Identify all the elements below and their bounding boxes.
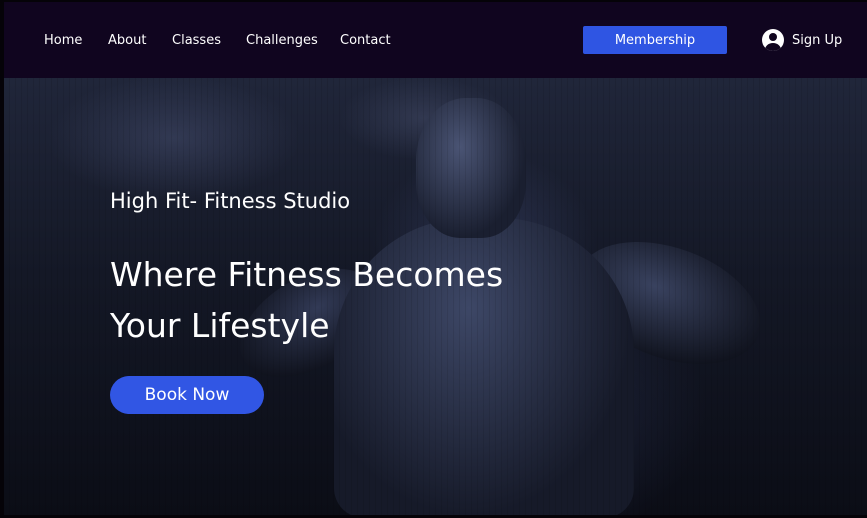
hero-section: High Fit- Fitness Studio Where Fitness B… <box>4 78 867 515</box>
hero-subtitle: High Fit- Fitness Studio <box>110 189 351 213</box>
top-nav: Home About Classes Challenges Contact Me… <box>4 2 867 78</box>
page-frame: Home About Classes Challenges Contact Me… <box>0 0 867 518</box>
nav-link-about[interactable]: About <box>108 33 146 48</box>
hero-headline: Where Fitness Becomes Your Lifestyle <box>110 255 504 345</box>
sign-up-link[interactable]: Sign Up <box>762 27 842 53</box>
book-now-button[interactable]: Book Now <box>110 376 264 414</box>
sign-up-label: Sign Up <box>792 32 843 48</box>
nav-link-home[interactable]: Home <box>44 33 82 48</box>
nav-link-challenges[interactable]: Challenges <box>246 33 318 48</box>
nav-link-contact[interactable]: Contact <box>340 33 391 48</box>
membership-button[interactable]: Membership <box>583 26 727 54</box>
user-avatar-icon <box>762 29 784 51</box>
hero-image-head <box>416 98 526 238</box>
nav-link-classes[interactable]: Classes <box>172 33 221 48</box>
